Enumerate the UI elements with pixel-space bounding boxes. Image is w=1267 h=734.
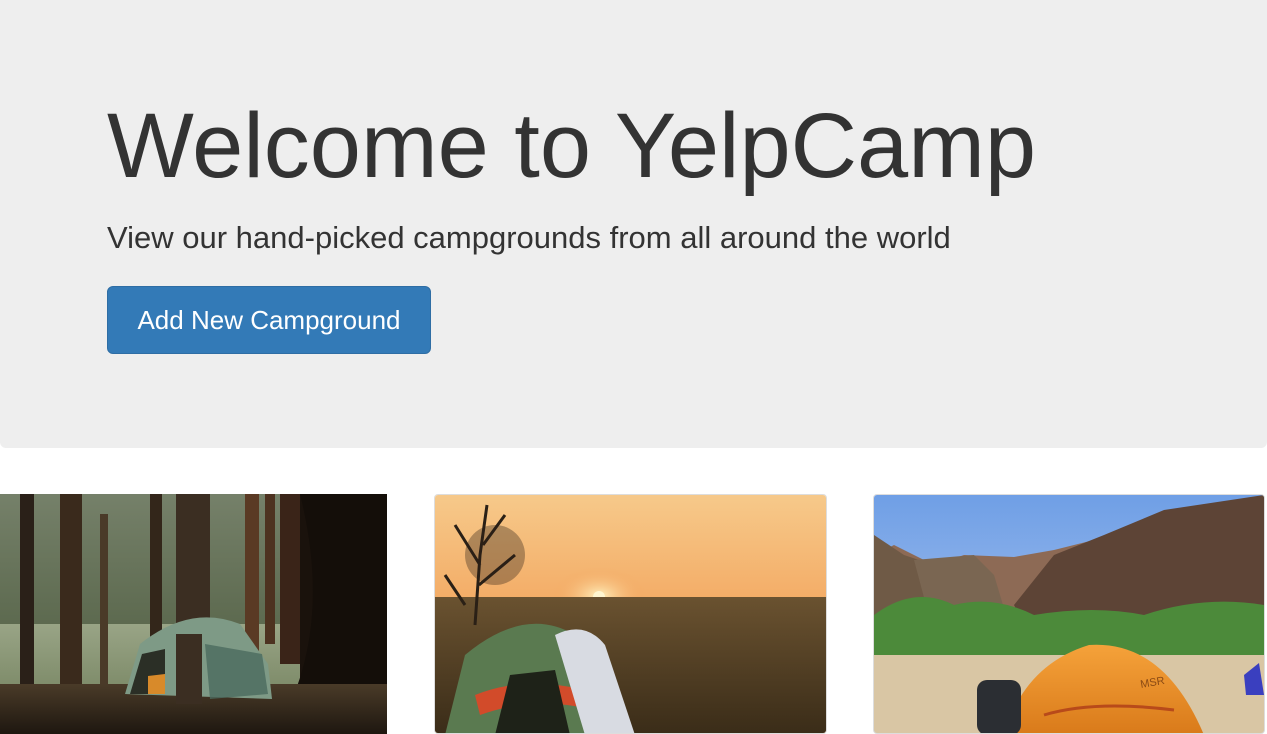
campground-card[interactable] (0, 494, 387, 734)
campground-image-forest[interactable] (0, 494, 387, 734)
add-new-campground-button[interactable]: Add New Campground (107, 286, 431, 354)
campground-image-canyon[interactable]: MSR (874, 495, 1264, 734)
page-subtitle: View our hand-picked campgrounds from al… (107, 220, 951, 255)
campground-image-sunset[interactable] (435, 495, 826, 734)
jumbotron: Welcome to YelpCamp View our hand-picked… (0, 0, 1267, 448)
campground-card[interactable]: MSR (873, 494, 1265, 734)
campground-card[interactable] (434, 494, 827, 734)
page-title: Welcome to YelpCamp (107, 95, 1037, 197)
